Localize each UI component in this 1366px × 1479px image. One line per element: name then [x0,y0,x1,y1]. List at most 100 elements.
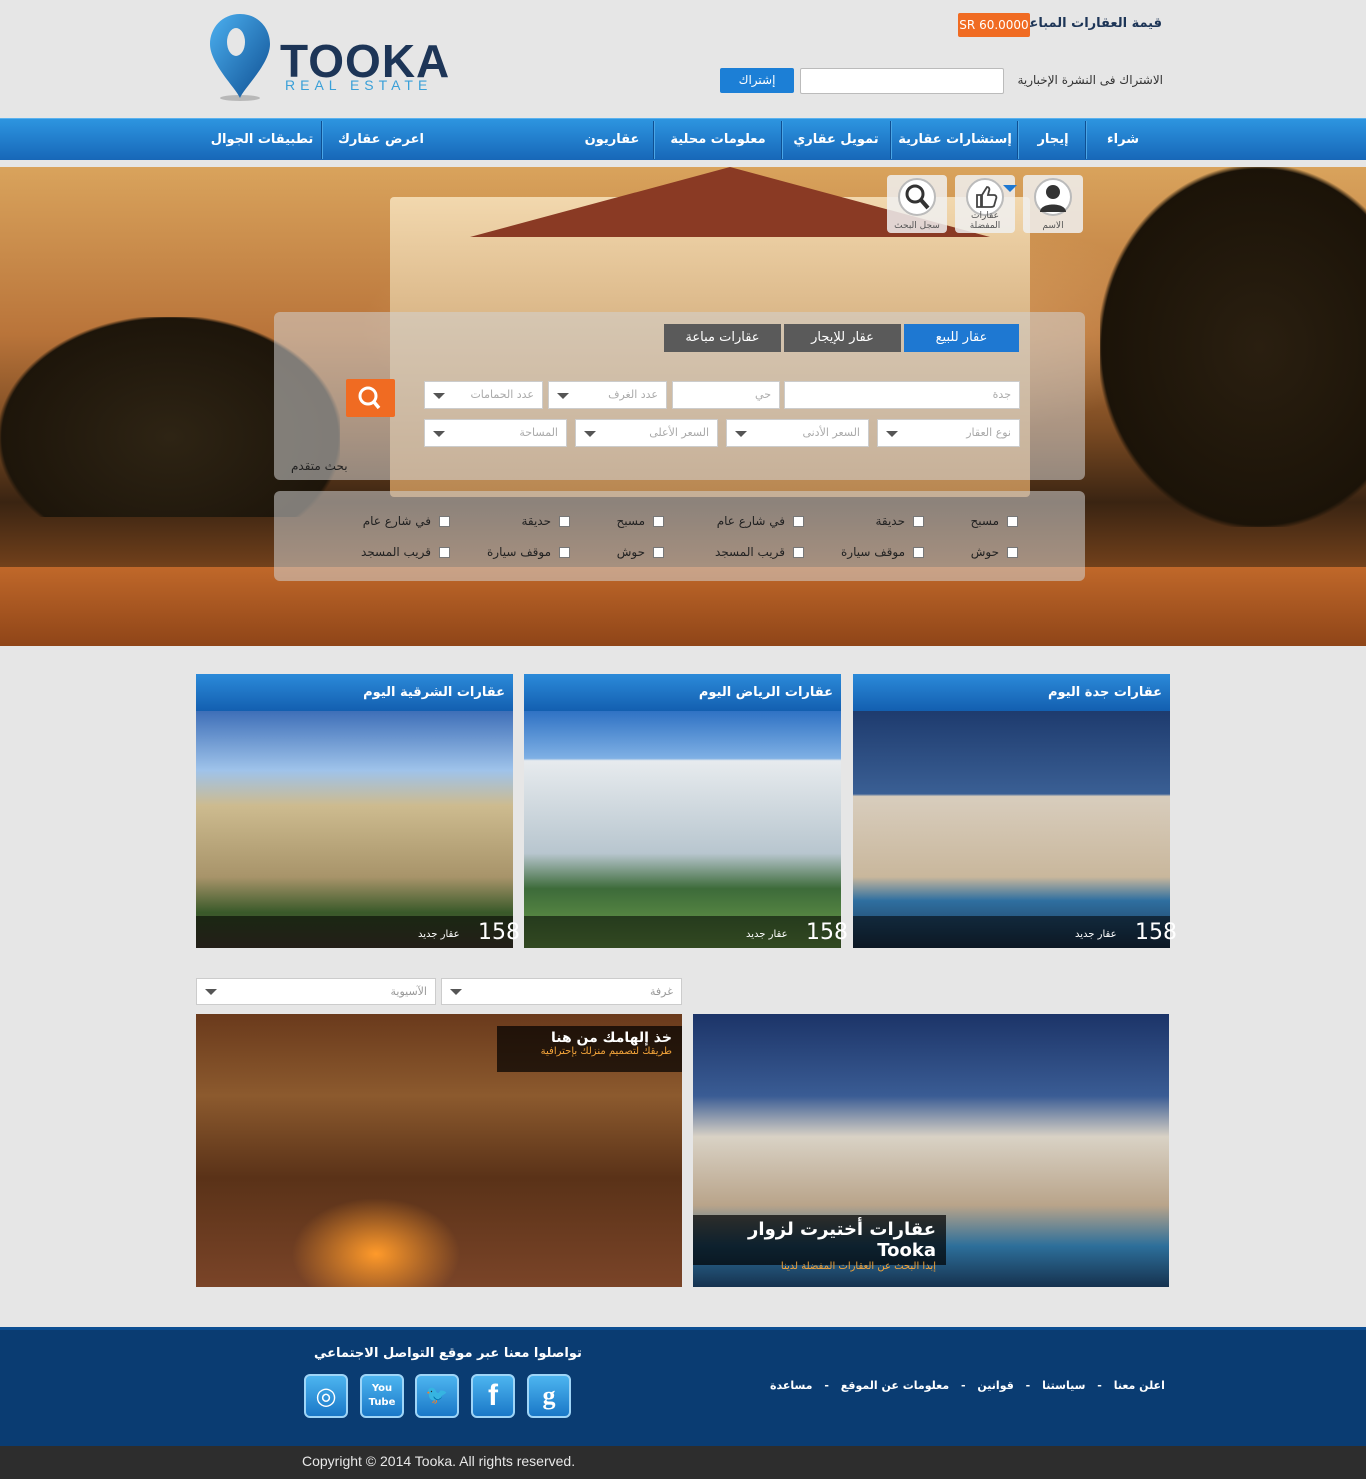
checkbox[interactable] [653,547,664,558]
instagram-icon[interactable]: ◎ [304,1374,348,1418]
new-listings-count: 158 [806,920,848,945]
checkbox[interactable] [913,547,924,558]
chevron-down-icon [205,989,217,995]
new-listings-count: 158 [1135,920,1177,945]
checkbox[interactable] [559,516,570,527]
subscribe-button[interactable]: إشتراك [720,68,794,93]
new-listings-label: عقار جديد [746,929,788,940]
filter-checkbox[interactable]: مسبح [971,514,1018,528]
max-price-label: السعر الأعلى [649,426,709,439]
city-card-eastern[interactable]: عقارات الشرقية اليوم 158 عقار جديد [196,674,520,948]
nav-financing[interactable]: تمويل عقاري [784,119,888,161]
copyright-text: Copyright © 2014 Tooka. All rights reser… [302,1453,576,1469]
copyright-bar: Copyright © 2014 Tooka. All rights reser… [0,1446,1366,1479]
checkbox[interactable] [793,516,804,527]
inspiration-promo[interactable]: خذ إلهامك من هنا طريقك لتصميم منزلك بإحت… [196,1014,682,1287]
chevron-down-icon [557,393,569,399]
checkbox[interactable] [559,547,570,558]
nav-divider [321,121,322,159]
tab-sold[interactable]: عقارات مباعة [664,324,781,352]
facebook-icon[interactable]: f [471,1374,515,1418]
city-card-jeddah[interactable]: عقارات جدة اليوم 158 عقار جديد [853,674,1177,948]
card-count-overlay: 158 عقار جديد [196,916,520,948]
google-icon[interactable]: g [527,1374,571,1418]
chevron-down-icon [450,989,462,995]
search-history-button[interactable]: سجل البحث [887,175,947,233]
brand-tagline: REAL ESTATE [285,77,433,93]
min-price-select[interactable]: السعر الأدنى [726,419,869,447]
city-card-riyadh[interactable]: عقارات الرياض اليوم 158 عقار جديد [524,674,848,948]
nav-consulting[interactable]: إستشارات عقارية [893,119,1017,161]
room-select[interactable]: غرفة [441,978,682,1005]
filter-checkbox[interactable]: موقف سيارة [487,545,570,559]
twitter-icon[interactable]: 🐦 [415,1374,459,1418]
checkbox[interactable] [653,516,664,527]
property-photo: 158 عقار جديد [196,711,520,948]
baths-select[interactable]: عدد الحمامات [424,381,543,409]
nav-rent[interactable]: إيجار [1020,119,1086,161]
footer-link-about[interactable]: معلومات عن الموقع [837,1379,953,1392]
tab-for-rent[interactable]: عقار للإيجار [784,324,901,352]
footer-link-advertise[interactable]: اعلن معنا [1110,1379,1169,1392]
footer-link-help[interactable]: مساعدة [766,1379,817,1392]
search-button[interactable] [346,379,395,417]
filter-checkbox[interactable]: موقف سيارة [841,545,924,559]
checkbox[interactable] [439,516,450,527]
footer-separator: - [1025,1379,1031,1392]
advanced-search-link[interactable]: بحث متقدم [291,459,348,473]
nav-agents[interactable]: عقاريون [570,119,654,161]
checkbox[interactable] [1007,547,1018,558]
district-input[interactable]: حي [672,381,780,409]
property-photo: 158 عقار جديد [853,711,1177,948]
newsletter-email-input[interactable] [800,68,1004,94]
filter-checkbox[interactable]: قريب المسجد [361,545,450,559]
filter-checkbox[interactable]: مسبح [617,514,664,528]
area-select[interactable]: المساحة [424,419,567,447]
filter-checkbox[interactable]: قريب المسجد [715,545,804,559]
footer-separator: - [1097,1379,1102,1392]
checkbox[interactable] [793,547,804,558]
search-icon [358,386,381,410]
footer-separator: - [960,1379,966,1392]
newsletter-label: الاشتراك فى النشرة الإخبارية [1017,73,1163,87]
profile-button[interactable]: الاسم [1023,175,1083,233]
user-icon [1034,178,1072,216]
filter-checkbox[interactable]: حوش [617,545,664,559]
filter-label: حديقة [521,514,551,528]
nav-local-info[interactable]: معلومات محلية [656,119,780,161]
checkbox[interactable] [1007,516,1018,527]
max-price-select[interactable]: السعر الأعلى [575,419,718,447]
inspiration-title: خذ إلهامك من هنا [550,1030,672,1046]
room-select-label: غرفة [650,985,673,998]
rooms-select[interactable]: عدد الغرف [548,381,667,409]
active-tab-caret [1003,185,1017,192]
checkbox[interactable] [913,516,924,527]
new-listings-label: عقار جديد [1075,929,1117,940]
location-pin-icon[interactable] [208,12,272,102]
filter-checkbox[interactable]: حوش [971,545,1018,559]
property-type-select[interactable]: نوع العقار [877,419,1020,447]
filter-label: في شارع عام [362,514,431,528]
site-header: TOOKA REAL ESTATE قيمة العقارات المباعة … [0,0,1366,118]
filter-checkbox[interactable]: حديقة [521,514,570,528]
profile-label: الاسم [1042,221,1064,231]
footer-link-terms[interactable]: قوانين [973,1379,1017,1392]
featured-subtitle: إبدا البحث عن العقارات المفضلة لدينا [780,1261,936,1272]
featured-promo[interactable]: عقارات أختيرت لزوار Tooka إبدا البحث عن … [693,1014,1169,1287]
checkbox[interactable] [439,547,450,558]
nav-buy[interactable]: شراء [1090,119,1156,161]
youtube-icon[interactable]: You Tube [360,1374,404,1418]
nav-list-property[interactable]: اعرض عقارك [326,119,436,161]
filter-checkbox[interactable]: في شارع عام [717,514,804,528]
style-select[interactable]: الآسيوية [196,978,436,1005]
city-input[interactable]: جدة [784,381,1020,409]
filter-checkbox[interactable]: حديقة [875,514,924,528]
tab-for-sale[interactable]: عقار للبيع [904,324,1019,352]
footer-link-policy[interactable]: سياستنا [1038,1379,1089,1392]
card-count-overlay: 158 عقار جديد [853,916,1177,948]
featured-caption: عقارات أختيرت لزوار Tooka إبدا البحث عن … [693,1215,946,1272]
favorites-button[interactable]: عقارات المفضلة [955,175,1015,233]
sold-value-badge: SR 60.0000 [958,13,1030,37]
nav-mobile-apps[interactable]: تطبيقات الجوال [206,119,318,161]
filter-checkbox[interactable]: في شارع عام [363,514,450,528]
